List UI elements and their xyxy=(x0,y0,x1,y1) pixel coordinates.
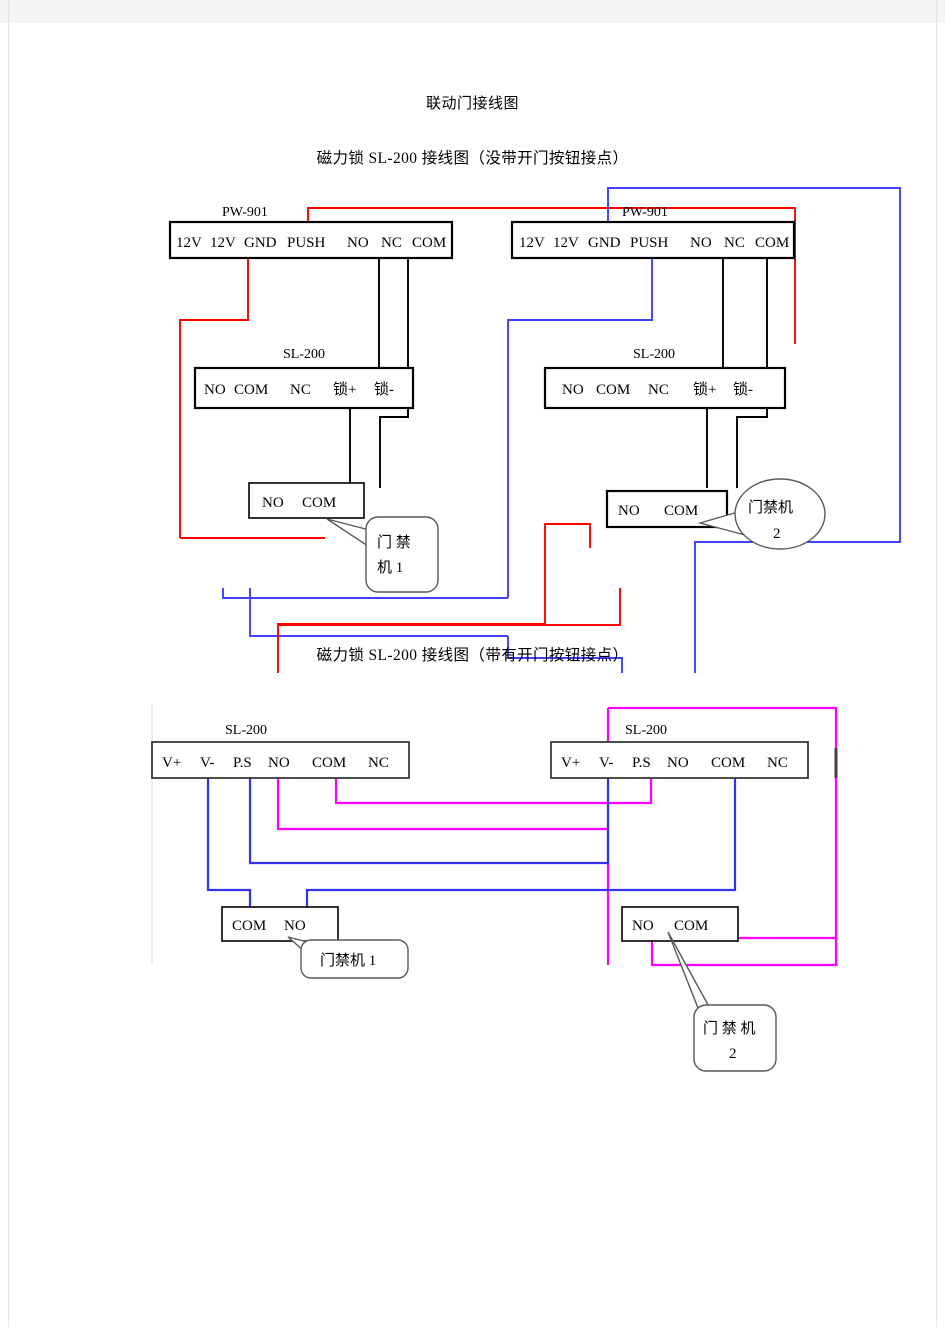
terminal-access2-d1-com: COM xyxy=(664,503,698,519)
terminal-sl200-left-d2-com: COM xyxy=(312,755,346,771)
callout-access2-d1-line2: 2 xyxy=(773,526,781,542)
terminal-sl200-left-d2-no: NO xyxy=(268,755,290,771)
terminal-sl200-right-d1-lockplus: 锁+ xyxy=(693,381,716,398)
terminal-access1-d2-no: NO xyxy=(284,918,306,934)
terminal-sl200-left-d1-no: NO xyxy=(204,382,226,398)
section-title-diagram-2: 磁力锁 SL-200 接线图（带有开门按钮接点） xyxy=(316,647,629,664)
terminal-sl200-left-d1-lockplus: 锁+ xyxy=(333,381,356,398)
terminal-pw901-left-12v-b: 12V xyxy=(210,235,236,251)
terminal-pw901-right-12v-a: 12V xyxy=(519,235,545,251)
wire-blue-left-sl200-com xyxy=(249,588,508,637)
terminal-pw901-left-gnd: GND xyxy=(244,235,277,251)
terminal-sl200-right-d2-nc: NC xyxy=(767,755,788,771)
wiring-diagram-2: SL-200 V+ V- P.S NO COM NC COM NO 门禁机 1 … xyxy=(151,705,838,1072)
callout-access1-d2-line1: 门禁机 1 xyxy=(320,952,376,969)
device-name-sl200-left-d2: SL-200 xyxy=(225,723,267,738)
terminal-sl200-left-d1-nc: NC xyxy=(290,382,311,398)
terminal-sl200-right-d1-nc: NC xyxy=(648,382,669,398)
device-name-sl200-left-d1: SL-200 xyxy=(283,347,325,362)
device-name-sl200-right-d1: SL-200 xyxy=(633,347,675,362)
terminal-pw901-right-com: COM xyxy=(755,235,789,251)
terminal-sl200-right-d1-lockminus: 锁- xyxy=(733,381,753,398)
terminal-pw901-right-push: PUSH xyxy=(630,235,669,251)
terminal-sl200-right-d2-vminus: V- xyxy=(599,755,613,771)
terminal-sl200-left-d2-nc: NC xyxy=(368,755,389,771)
terminal-sl200-left-d2-vminus: V- xyxy=(200,755,214,771)
terminal-sl200-left-d1-com: COM xyxy=(234,382,268,398)
callout-access1-d1-line1: 门 禁 xyxy=(377,534,411,551)
terminal-pw901-left-no: NO xyxy=(347,235,369,251)
section-title-diagram-1: 磁力锁 SL-200 接线图（没带开门按钮接点） xyxy=(316,150,629,167)
terminal-access1-d2-com: COM xyxy=(232,918,266,934)
document-title: 联动门接线图 xyxy=(425,96,519,112)
terminal-access2-d2-com: COM xyxy=(674,918,708,934)
terminal-sl200-right-d1-com: COM xyxy=(596,382,630,398)
terminal-access2-d1-no: NO xyxy=(618,503,640,519)
device-name-sl200-right-d2: SL-200 xyxy=(625,723,667,738)
terminal-sl200-right-d2-com: COM xyxy=(711,755,745,771)
terminal-access2-d2-no: NO xyxy=(632,918,654,934)
callout-tail-access2-d2 xyxy=(667,931,714,1014)
device-name-pw901-left: PW-901 xyxy=(222,205,268,220)
document-page: 联动门接线图 磁力锁 SL-200 接线图（没带开门按钮接点） PW-901 1… xyxy=(0,0,945,1337)
terminal-pw901-left-12v-a: 12V xyxy=(176,235,202,251)
callout-access2-d2-line2: 2 xyxy=(729,1046,737,1062)
wiring-diagram-1: PW-901 12V 12V GND PUSH NO NC COM SL-200… xyxy=(168,187,901,673)
terminal-pw901-right-12v-b: 12V xyxy=(553,235,579,251)
terminal-pw901-right-nc: NC xyxy=(724,235,745,251)
terminal-sl200-right-d2-no: NO xyxy=(667,755,689,771)
terminal-pw901-left-com: COM xyxy=(412,235,446,251)
wire-blue-left-ps-to-right-no xyxy=(248,768,610,865)
wire-red-right-sl200-com-rail xyxy=(278,588,621,626)
callout-access2-d2-line1: 门 禁 机 xyxy=(703,1020,756,1037)
terminal-pw901-left-nc: NC xyxy=(381,235,402,251)
wire-blue-right-push-rail xyxy=(507,248,653,598)
terminal-access1-d1-no: NO xyxy=(262,495,284,511)
page-top-margin-band xyxy=(0,0,945,23)
terminal-sl200-right-d2-vplus: V+ xyxy=(561,755,580,771)
terminal-access1-d1-com: COM xyxy=(302,495,336,511)
wire-blue-left-sl200-no xyxy=(222,588,508,599)
terminal-sl200-right-d1-no: NO xyxy=(562,382,584,398)
callout-access2-d1-line1: 门禁机 xyxy=(748,499,793,516)
terminal-sl200-left-d2-ps: P.S xyxy=(233,755,252,771)
terminal-pw901-right-gnd: GND xyxy=(588,235,621,251)
callout-box-access1-d1 xyxy=(365,516,439,593)
terminal-pw901-right-no: NO xyxy=(690,235,712,251)
callout-access1-d1-line2: 机 1 xyxy=(377,559,403,576)
terminal-sl200-left-d2-vplus: V+ xyxy=(162,755,181,771)
terminal-pw901-left-push: PUSH xyxy=(287,235,326,251)
page-bottom-margin-band xyxy=(0,1327,945,1337)
wire-blue-right-com-to-left-access-no xyxy=(305,768,737,913)
wire-blue-left-vminus-to-access-com xyxy=(206,768,252,913)
terminal-sl200-right-d2-ps: P.S xyxy=(632,755,651,771)
terminal-sl200-left-d1-lockminus: 锁- xyxy=(374,381,394,398)
device-name-pw901-right: PW-901 xyxy=(622,205,668,220)
